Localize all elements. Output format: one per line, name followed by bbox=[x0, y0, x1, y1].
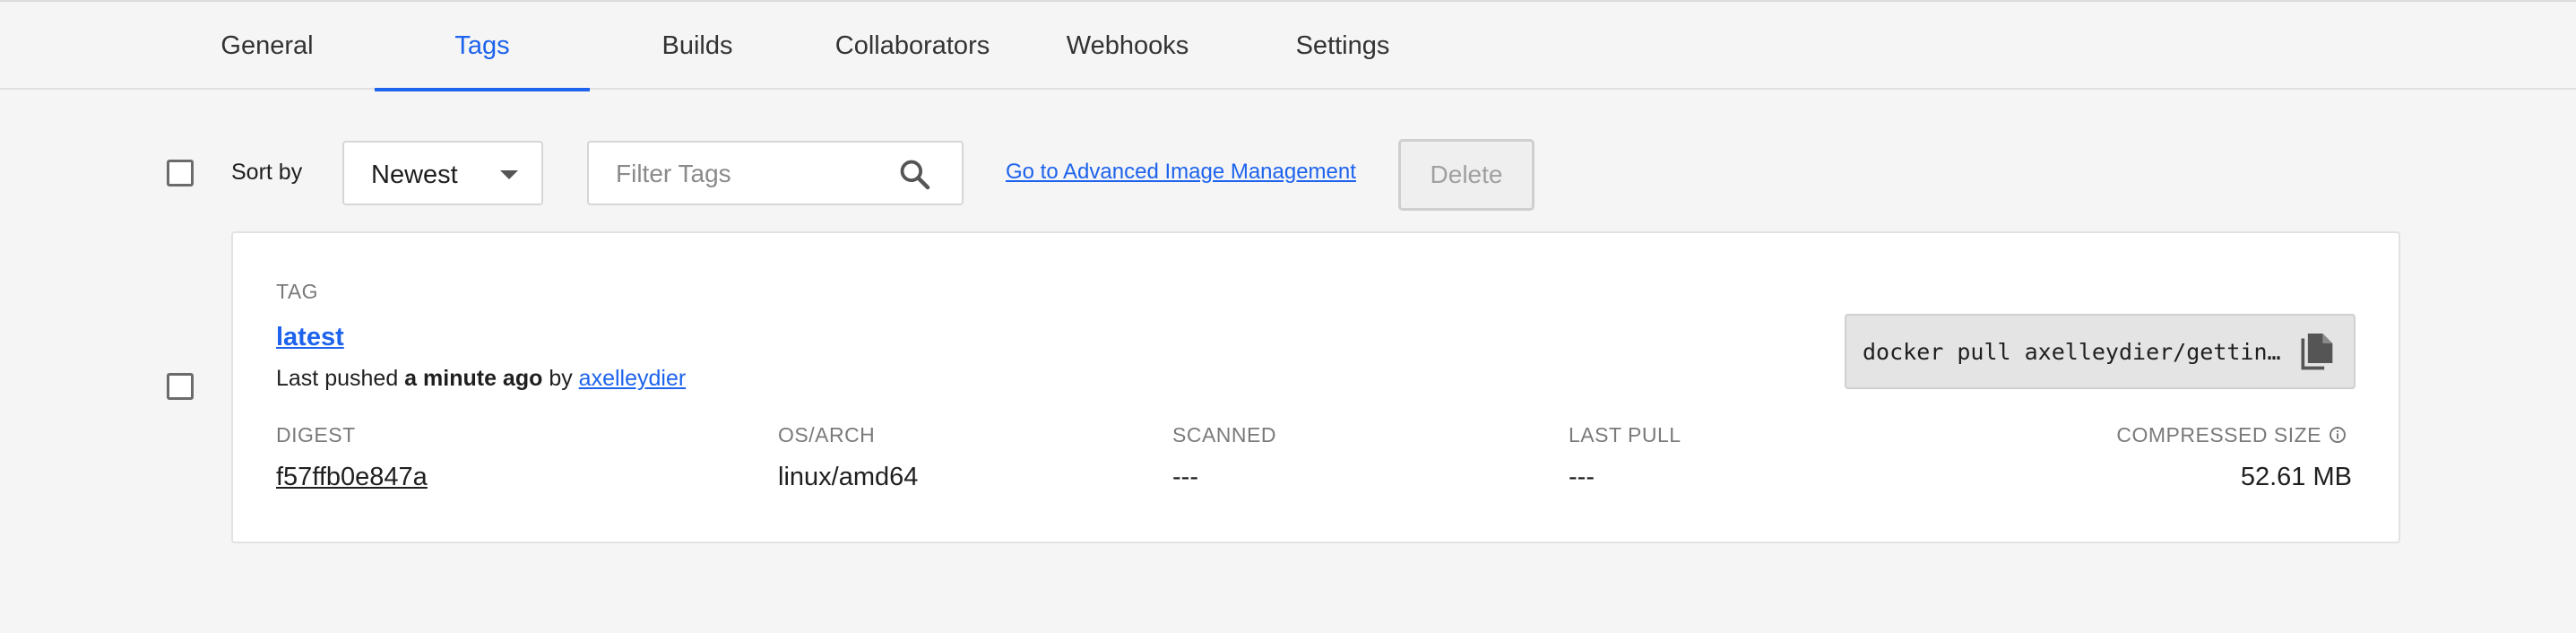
select-all-checkbox[interactable] bbox=[167, 160, 194, 186]
tag-header: TAG bbox=[276, 280, 319, 303]
tag-card: TAG latest Last pushed a minute ago by a… bbox=[231, 231, 2400, 543]
pushed-prefix: Last pushed bbox=[276, 366, 399, 391]
filter-tags-field[interactable] bbox=[587, 141, 964, 205]
tab-general[interactable]: General bbox=[160, 2, 375, 90]
chevron-down-icon bbox=[500, 170, 518, 179]
filter-tags-input[interactable] bbox=[614, 155, 886, 193]
pull-command-text: docker pull axelleydier/getting-started bbox=[1863, 339, 2293, 365]
sort-label: Sort by bbox=[231, 160, 303, 185]
os-arch-label: OS/ARCH bbox=[778, 423, 876, 447]
digest-label: DIGEST bbox=[276, 423, 356, 447]
pushed-by-user-link[interactable]: axelleydier bbox=[579, 366, 687, 391]
tag-name-link[interactable]: latest bbox=[276, 323, 344, 352]
tab-settings[interactable]: Settings bbox=[1235, 2, 1450, 90]
pushed-when: a minute ago bbox=[404, 366, 543, 391]
last-pull-value: --- bbox=[1569, 463, 1595, 491]
scanned-label: SCANNED bbox=[1172, 423, 1276, 447]
tab-webhooks[interactable]: Webhooks bbox=[1020, 2, 1235, 90]
tab-tags[interactable]: Tags bbox=[375, 2, 590, 91]
tab-builds[interactable]: Builds bbox=[590, 2, 805, 90]
copy-icon[interactable] bbox=[2296, 332, 2336, 375]
compressed-size-header: COMPRESSED SIZE bbox=[2116, 423, 2347, 447]
digest-link[interactable]: f57ffb0e847a bbox=[276, 463, 428, 492]
last-pushed-text: Last pushed a minute ago by axelleydier bbox=[276, 366, 686, 392]
last-pull-label: LAST PULL bbox=[1569, 423, 1681, 447]
compressed-size-value: 52.61 MB bbox=[2240, 463, 2352, 491]
scanned-value: --- bbox=[1172, 463, 1198, 491]
os-arch-value: linux/amd64 bbox=[778, 463, 919, 491]
tab-collaborators[interactable]: Collaborators bbox=[805, 2, 1020, 90]
tag-row-checkbox[interactable] bbox=[167, 373, 194, 400]
delete-button[interactable]: Delete bbox=[1398, 139, 1534, 211]
tab-bar: General Tags Builds Collaborators Webhoo… bbox=[0, 0, 2576, 91]
sort-value: Newest bbox=[371, 160, 458, 189]
search-icon[interactable] bbox=[897, 157, 931, 191]
info-icon[interactable] bbox=[2329, 426, 2347, 444]
compressed-size-label: COMPRESSED SIZE bbox=[2116, 423, 2321, 447]
advanced-image-management-link[interactable]: Go to Advanced Image Management bbox=[1006, 160, 1356, 185]
sort-select[interactable]: Newest bbox=[342, 141, 543, 205]
docker-pull-command: docker pull axelleydier/getting-started bbox=[1845, 314, 2356, 389]
pushed-by-prefix: by bbox=[549, 366, 573, 391]
